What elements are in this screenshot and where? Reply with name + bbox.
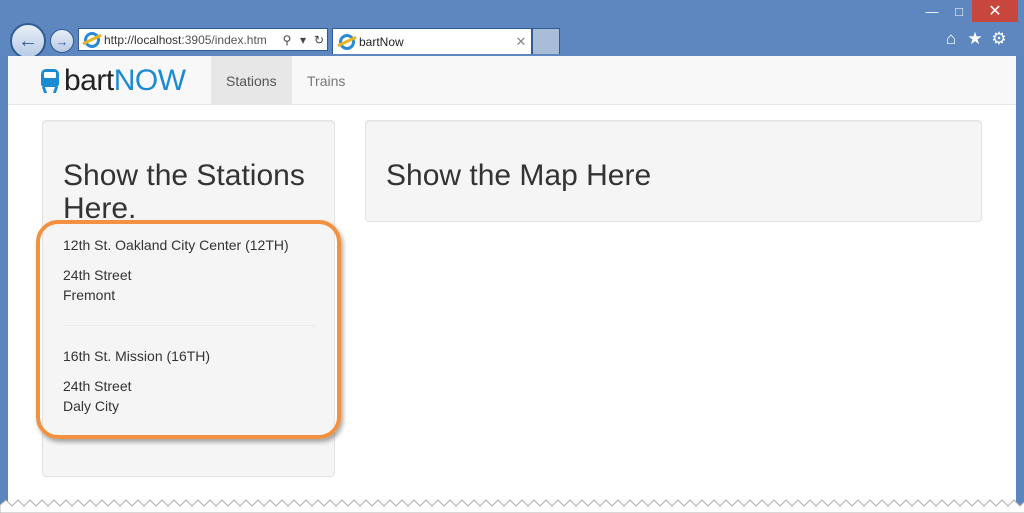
maximize-button[interactable]: □: [946, 0, 972, 22]
address-host: http://localhost: [104, 32, 182, 47]
search-icon[interactable]: ⚲: [279, 33, 295, 47]
close-window-button[interactable]: ✕: [972, 0, 1018, 22]
refresh-icon[interactable]: ↻: [311, 33, 327, 47]
station-name: 16th St. Mission (16TH): [63, 348, 211, 364]
station-item[interactable]: 12th St. Oakland City Center (12TH) 24th…: [63, 235, 315, 305]
new-tab-button[interactable]: [532, 28, 560, 54]
station-name: 12th St. Oakland City Center (12TH): [63, 237, 289, 253]
brand-prefix: bart: [64, 64, 114, 97]
ie-logo-icon: [84, 31, 100, 48]
brand-name: bartNOW: [64, 64, 186, 98]
home-icon[interactable]: ⌂: [940, 28, 962, 50]
tab-title: bartNow: [359, 34, 404, 49]
address-url[interactable]: http://localhost:3905/index.htm: [104, 33, 279, 47]
train-icon: [40, 69, 60, 93]
torn-edge: [0, 499, 1024, 513]
station-line-1: 24th Street: [63, 267, 132, 283]
browser-tab[interactable]: bartNow ✕: [332, 28, 532, 54]
star-icon[interactable]: ★: [964, 28, 986, 50]
minimize-button[interactable]: —: [918, 0, 946, 22]
brand-logo[interactable]: bartNOW: [40, 64, 186, 98]
minimize-icon: —: [925, 3, 939, 19]
map-panel: Show the Map Here: [365, 120, 982, 222]
station-line-1: 24th Street: [63, 378, 132, 394]
tab-close-icon[interactable]: ✕: [511, 34, 531, 50]
tab-ie-logo-icon: [339, 33, 355, 50]
forward-button[interactable]: →: [50, 29, 74, 53]
nav-item-stations[interactable]: Stations: [211, 56, 292, 105]
station-item[interactable]: 16th St. Mission (16TH) 24th Street Daly…: [63, 346, 315, 416]
nav-item-trains[interactable]: Trains: [292, 56, 360, 105]
stations-panel: Show the Stations Here. 12th St. Oakland…: [42, 120, 335, 477]
browser-chrome: — □ ✕ ← → http://localhost:3905/index.ht…: [0, 0, 1024, 59]
dropdown-icon[interactable]: ▾: [295, 33, 311, 47]
arrow-right-icon: →: [55, 33, 69, 49]
station-line-2: Fremont: [63, 287, 116, 303]
station-divider: [63, 325, 315, 326]
close-icon: ✕: [988, 3, 1002, 20]
back-button[interactable]: ←: [10, 23, 46, 59]
address-path: :3905/index.htm: [181, 32, 267, 47]
stations-panel-title: Show the Stations Here.: [63, 159, 305, 225]
web-page: bartNOW Stations Trains Show the Station…: [8, 56, 1016, 513]
station-line-2: Daly City: [63, 398, 120, 414]
map-panel-title: Show the Map Here: [386, 159, 652, 192]
brand-suffix: NOW: [113, 64, 186, 97]
gear-icon[interactable]: ⚙: [988, 28, 1010, 50]
site-navbar: bartNOW Stations Trains: [8, 56, 1016, 105]
maximize-icon: □: [955, 3, 963, 19]
address-bar[interactable]: http://localhost:3905/index.htm ⚲ ▾ ↻: [78, 28, 328, 51]
arrow-left-icon: ←: [18, 29, 38, 52]
